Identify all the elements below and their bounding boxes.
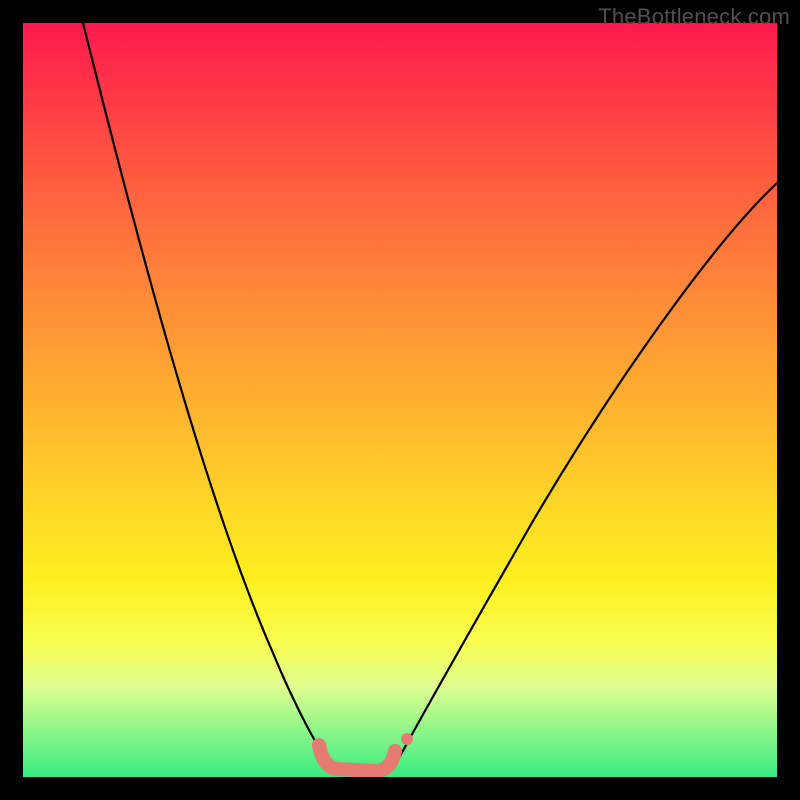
chart-plot-area (23, 23, 777, 777)
watermark-text: TheBottleneck.com (598, 4, 790, 30)
bottom-marker-dot (401, 733, 413, 745)
chart-lines (23, 23, 777, 777)
right-curve-line (399, 183, 777, 758)
left-curve-line (83, 23, 325, 758)
bottom-marker-segment (319, 745, 395, 771)
